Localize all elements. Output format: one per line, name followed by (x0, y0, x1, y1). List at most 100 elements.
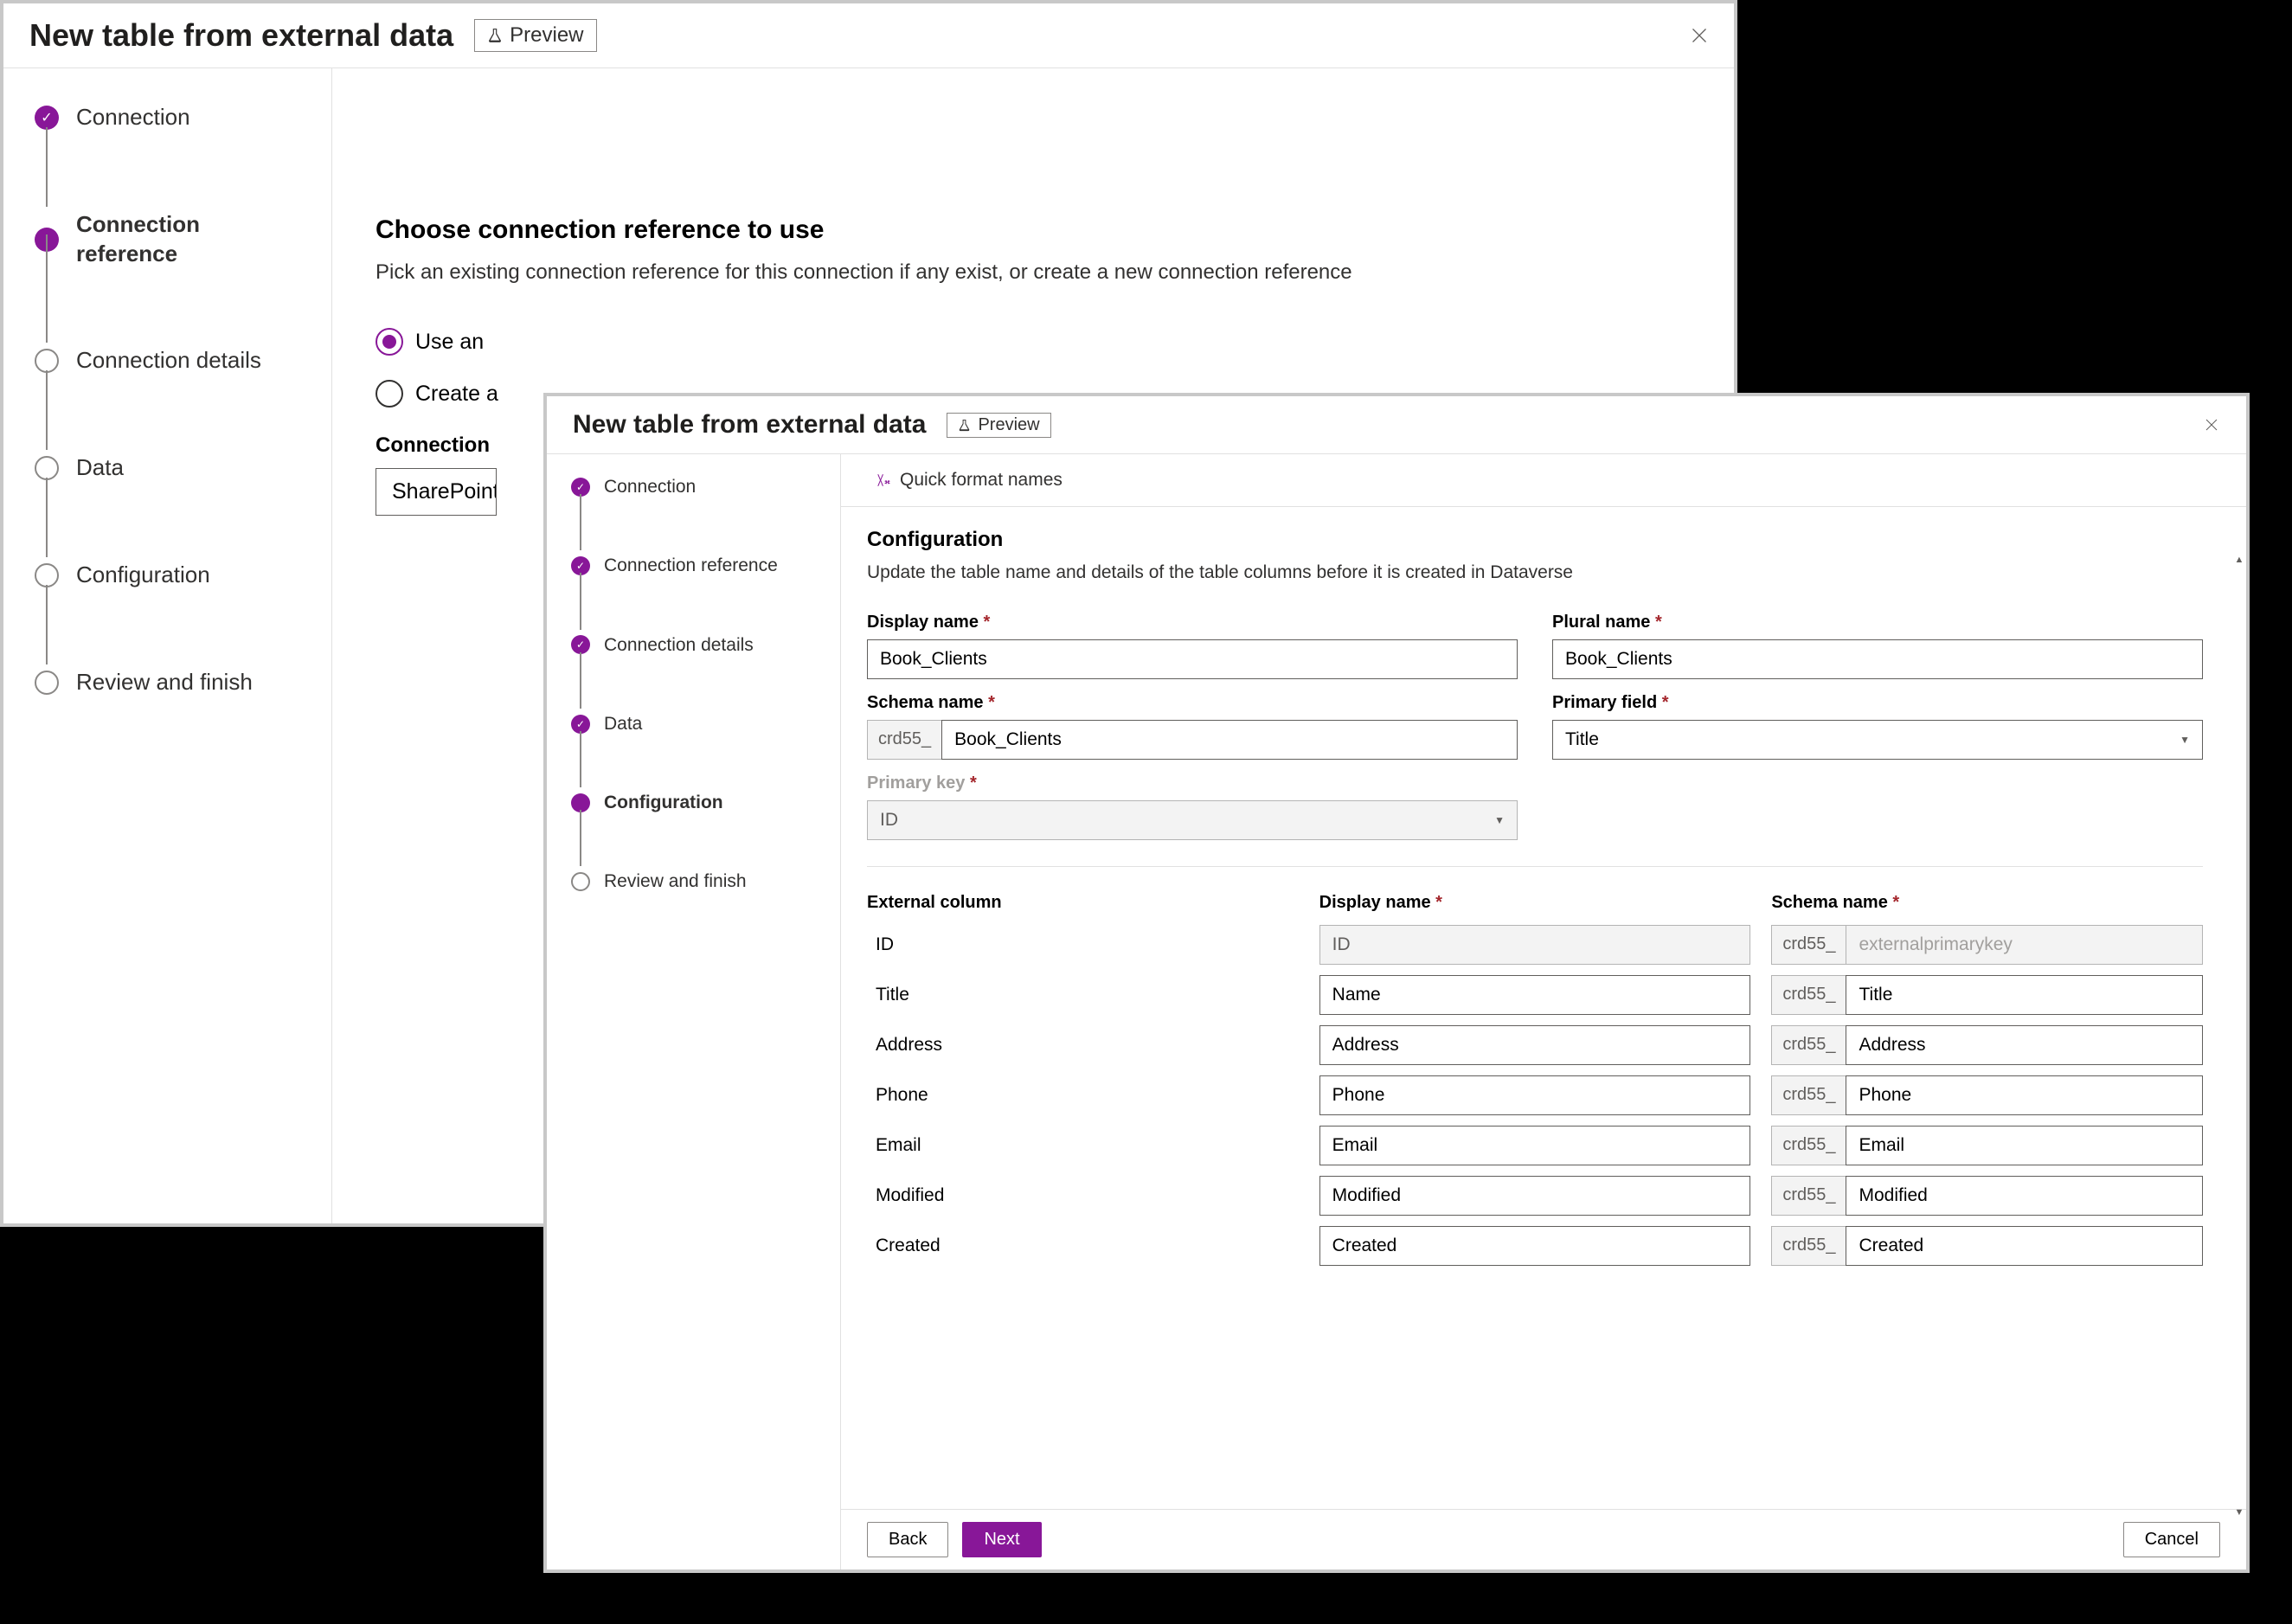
step-item[interactable]: Configuration (35, 561, 314, 668)
schema-name-field: crd55_ (1771, 1075, 2203, 1115)
close-icon (1691, 27, 1708, 44)
back-button[interactable]: Back (867, 1522, 948, 1557)
table-row: Title crd55_ (867, 975, 2203, 1015)
step-circle-icon (35, 349, 59, 373)
table-row: Createdcrd55_ (867, 1226, 2203, 1266)
primary-field-select[interactable]: Title ▼ (1552, 720, 2203, 760)
step-circle-icon (571, 635, 590, 654)
config-scroll-area: Configuration Update the table name and … (841, 507, 2246, 1509)
schema-prefix: crd55_ (1771, 1025, 1846, 1065)
step-item[interactable]: Connection details (571, 633, 830, 712)
schema-name-field: crd55_ (1771, 1126, 2203, 1165)
preview-label: Preview (510, 23, 583, 48)
quick-format-button[interactable]: Quick format names (867, 465, 1071, 496)
next-button[interactable]: Next (962, 1522, 1041, 1557)
connection-dropdown[interactable]: SharePoint (376, 468, 497, 516)
step-circle-icon (571, 872, 590, 891)
stepper-nav: ConnectionConnection referenceConnection… (3, 68, 332, 1223)
schema-name-field: crd55_ (1771, 1025, 2203, 1065)
schema-name-input[interactable] (1846, 1226, 2203, 1266)
preview-label: Preview (978, 415, 1039, 435)
display-name-input[interactable] (1319, 1126, 1751, 1165)
step-label: Connection (604, 475, 696, 498)
radio-circle-icon (376, 328, 403, 356)
columns-table: External column Display name * Schema na… (867, 866, 2203, 1266)
display-name-input[interactable] (1319, 975, 1751, 1015)
display-name-input[interactable] (1319, 1075, 1751, 1115)
section-subtext: Pick an existing connection reference fo… (376, 260, 1691, 285)
preview-badge: Preview (947, 413, 1050, 438)
display-name-input[interactable] (867, 639, 1518, 679)
step-label: Data (76, 453, 124, 483)
external-column-name: Email (867, 1135, 1299, 1156)
step-label: Review and finish (604, 870, 747, 893)
schema-name-field: crd55_ (1771, 1176, 2203, 1216)
step-item[interactable]: Connection (35, 103, 314, 210)
field-label: Plural name * (1552, 613, 2203, 632)
form-grid: Display name * Plural name * Schema name… (867, 613, 2203, 840)
radio-use-existing[interactable]: Use an (376, 328, 1691, 356)
schema-prefix: crd55_ (867, 720, 941, 760)
close-button[interactable] (1685, 22, 1713, 49)
step-circle-icon (35, 106, 59, 130)
close-button[interactable] (2198, 411, 2225, 439)
field-label: Display name * (867, 613, 1518, 632)
step-item[interactable]: Data (35, 453, 314, 561)
display-name-input[interactable] (1319, 1176, 1751, 1216)
schema-name-field: Schema name * crd55_ (867, 693, 1518, 760)
step-item[interactable]: Connection reference (571, 554, 830, 632)
display-name-input[interactable] (1319, 1226, 1751, 1266)
schema-name-input[interactable] (1846, 975, 2203, 1015)
step-item[interactable]: Configuration (571, 791, 830, 870)
dialog-body: Connection Connection reference Connection… (547, 454, 2246, 1569)
step-label: Connection reference (604, 554, 778, 577)
step-item[interactable]: Data (571, 712, 830, 791)
select-value: ID (880, 810, 898, 831)
schema-prefix: crd55_ (1771, 1176, 1846, 1216)
table-row: IDcrd55_ (867, 925, 2203, 965)
schema-name-input[interactable] (1846, 1176, 2203, 1216)
primary-field-field: Primary field * Title ▼ (1552, 693, 2203, 760)
field-label: Schema name * (867, 693, 1518, 713)
table-header-row: External column Display name * Schema na… (867, 893, 2203, 925)
flask-icon (958, 419, 971, 432)
schema-name-input[interactable] (1846, 1075, 2203, 1115)
step-circle-icon (35, 456, 59, 480)
dialog-footer: Back Next Cancel (841, 1509, 2246, 1569)
step-circle-icon (571, 793, 590, 812)
scrollbar[interactable]: ▲ ▼ (2232, 555, 2246, 1518)
step-circle-icon (571, 715, 590, 734)
schema-name-field: crd55_ (1771, 975, 2203, 1015)
close-icon (2205, 418, 2218, 432)
external-column-name: Title (867, 985, 1299, 1005)
display-name-input[interactable] (1319, 1025, 1751, 1065)
step-circle-icon (35, 563, 59, 587)
chevron-down-icon: ▼ (2180, 734, 2190, 746)
config-subtext: Update the table name and details of the… (867, 562, 2203, 583)
step-item[interactable]: Review and finish (35, 668, 314, 697)
primary-key-field: Primary key * ID ▼ (867, 773, 1518, 840)
quick-format-label: Quick format names (900, 470, 1063, 491)
dialog-configuration: New table from external data Preview Con… (543, 393, 2250, 1573)
schema-prefix: crd55_ (1771, 1226, 1846, 1266)
step-item[interactable]: Connection details (35, 346, 314, 453)
schema-name-input[interactable] (1846, 1126, 2203, 1165)
format-icon (876, 472, 891, 488)
schema-prefix: crd55_ (1771, 1075, 1846, 1115)
main-content: Quick format names Configuration Update … (841, 454, 2246, 1569)
select-value: Title (1565, 729, 1599, 750)
step-item[interactable]: Review and finish (571, 870, 830, 893)
step-label: Configuration (604, 791, 723, 814)
plural-name-input[interactable] (1552, 639, 2203, 679)
step-circle-icon (571, 478, 590, 497)
step-item[interactable]: Connection (571, 475, 830, 554)
dialog-header: New table from external data Preview (3, 3, 1734, 68)
dialog-title: New table from external data (573, 410, 926, 440)
cancel-button[interactable]: Cancel (2123, 1522, 2220, 1557)
step-item[interactable]: Connection reference (35, 210, 314, 347)
schema-name-input[interactable] (941, 720, 1518, 760)
schema-name-input (1846, 925, 2203, 965)
schema-name-input[interactable] (1846, 1025, 2203, 1065)
step-circle-icon (35, 228, 59, 252)
display-name-field: Display name * (867, 613, 1518, 679)
